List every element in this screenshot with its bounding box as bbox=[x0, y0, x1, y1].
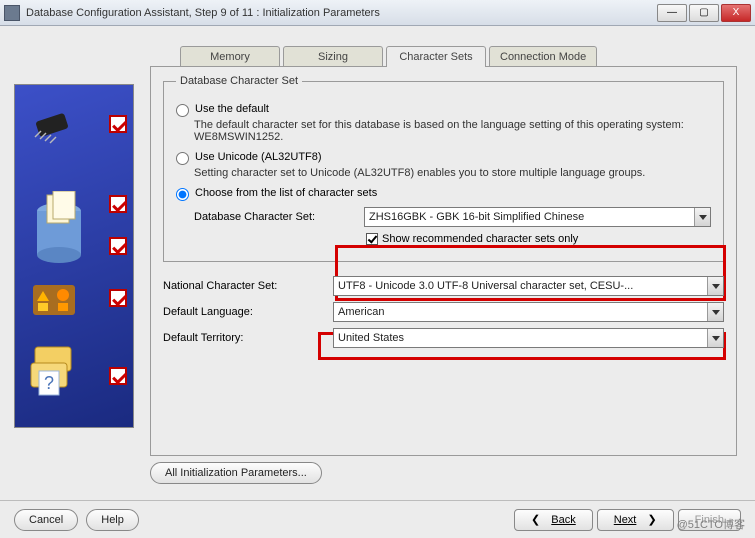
checkbox-icon bbox=[366, 233, 378, 245]
chevron-down-icon bbox=[707, 303, 723, 321]
step-check-icon bbox=[109, 289, 127, 307]
radio-label: Choose from the list of character sets bbox=[195, 187, 377, 199]
group-legend: Database Character Set bbox=[176, 75, 302, 87]
minimize-button[interactable]: — bbox=[657, 4, 687, 22]
title-bar: Database Configuration Assistant, Step 9… bbox=[0, 0, 755, 26]
chevron-down-icon bbox=[707, 329, 723, 347]
lang-combo[interactable]: American bbox=[333, 302, 724, 322]
content-area: ? Memory Sizing Character Sets Connectio… bbox=[0, 26, 755, 500]
wizard-sidebar: ? bbox=[14, 84, 134, 428]
radio-label: Use the default bbox=[195, 103, 269, 115]
dbcs-label: Database Character Set: bbox=[194, 211, 364, 223]
checkbox-label: Show recommended character sets only bbox=[382, 233, 578, 245]
opt2-desc: Setting character set to Unicode (AL32UT… bbox=[194, 167, 711, 179]
step-icon-chip bbox=[31, 107, 77, 147]
cancel-button[interactable]: Cancel bbox=[14, 509, 78, 531]
step-check-icon bbox=[109, 115, 127, 133]
svg-text:?: ? bbox=[44, 373, 54, 393]
app-icon bbox=[4, 5, 20, 21]
radio-use-default[interactable]: Use the default bbox=[176, 103, 711, 117]
radio-choose-list[interactable]: Choose from the list of character sets bbox=[176, 187, 711, 201]
tab-panel: Database Character Set Use the default T… bbox=[150, 66, 737, 456]
db-charset-group: Database Character Set Use the default T… bbox=[163, 75, 724, 262]
dbcs-combo[interactable]: ZHS16GBK - GBK 16-bit Simplified Chinese bbox=[364, 207, 711, 227]
step-check-icon bbox=[109, 367, 127, 385]
terr-value: United States bbox=[338, 332, 404, 344]
tab-connection-mode[interactable]: Connection Mode bbox=[489, 46, 597, 67]
radio-label: Use Unicode (AL32UTF8) bbox=[195, 151, 322, 163]
step-icon-db-docs bbox=[31, 191, 91, 271]
chevron-down-icon bbox=[707, 277, 723, 295]
maximize-button[interactable]: ▢ bbox=[689, 4, 719, 22]
next-button[interactable]: Next ❯ bbox=[597, 509, 674, 531]
opt1-desc: The default character set for this datab… bbox=[194, 119, 711, 143]
tab-bar: Memory Sizing Character Sets Connection … bbox=[180, 46, 737, 67]
terr-label: Default Territory: bbox=[163, 332, 333, 344]
tab-sizing[interactable]: Sizing bbox=[283, 46, 383, 67]
chevron-right-icon: ❯ bbox=[647, 513, 656, 526]
ncs-combo[interactable]: UTF8 - Unicode 3.0 UTF-8 Universal chara… bbox=[333, 276, 724, 296]
dbcs-value: ZHS16GBK - GBK 16-bit Simplified Chinese bbox=[369, 211, 584, 223]
back-button[interactable]: ❮ Back bbox=[514, 509, 593, 531]
step-icon-folders: ? bbox=[27, 341, 83, 401]
main-panel: Memory Sizing Character Sets Connection … bbox=[150, 46, 737, 484]
tab-character-sets[interactable]: Character Sets bbox=[386, 46, 486, 67]
ncs-value: UTF8 - Unicode 3.0 UTF-8 Universal chara… bbox=[338, 280, 633, 292]
close-button[interactable]: X bbox=[721, 4, 751, 22]
ncs-label: National Character Set: bbox=[163, 280, 333, 292]
footer-bar: Cancel Help ❮ Back Next ❯ Finish bbox=[0, 500, 755, 538]
help-button[interactable]: Help bbox=[86, 509, 139, 531]
window-title: Database Configuration Assistant, Step 9… bbox=[26, 7, 657, 19]
chevron-left-icon: ❮ bbox=[531, 513, 540, 526]
terr-combo[interactable]: United States bbox=[333, 328, 724, 348]
lang-value: American bbox=[338, 306, 384, 318]
step-check-icon bbox=[109, 195, 127, 213]
chevron-down-icon bbox=[694, 208, 710, 226]
step-icon-shapes bbox=[31, 281, 79, 321]
show-recommended-checkbox[interactable]: Show recommended character sets only bbox=[366, 233, 711, 245]
radio-use-unicode[interactable]: Use Unicode (AL32UTF8) bbox=[176, 151, 711, 165]
watermark-text: @51CTO博客 bbox=[677, 516, 745, 532]
tab-memory[interactable]: Memory bbox=[180, 46, 280, 67]
lang-label: Default Language: bbox=[163, 306, 333, 318]
all-init-params-button[interactable]: All Initialization Parameters... bbox=[150, 462, 322, 484]
step-check-icon bbox=[109, 237, 127, 255]
